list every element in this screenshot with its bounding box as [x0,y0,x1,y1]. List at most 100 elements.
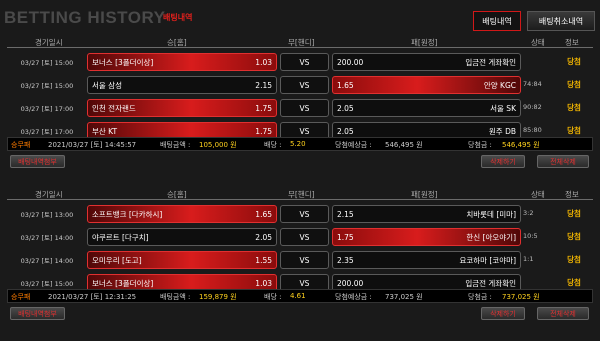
win-label: 당첨금 : [468,141,492,149]
away-pick[interactable]: 1.65 안양 KGC [332,76,521,94]
expected-label: 당첨예상금 : [335,293,372,301]
attach-history-button[interactable]: 배팅내역첨부 [10,155,65,168]
away-odds: 200.00 [337,278,364,288]
page-logo: BETTING HISTORY [4,8,166,27]
expected-amount: 546,495 원 [385,141,423,149]
delete-button[interactable]: 삭제하기 [481,307,525,320]
slip-datetime: 2021/03/27 [토] 14:45:57 [48,141,137,149]
away-odds: 200.00 [337,57,364,67]
draw-pick[interactable]: VS [280,99,329,117]
away-odds: 2.05 [337,103,354,113]
home-team: 야쿠르트 [다구치] [92,232,149,242]
away-pick[interactable]: 1.75 한신 [아오야기] [332,228,521,246]
home-odds: 1.03 [255,278,272,288]
draw-pick[interactable]: VS [280,251,329,269]
match-score: 10:5 [523,232,538,240]
away-pick[interactable]: 2.15 치바롯데 [미마] [332,205,521,223]
match-score: 85:80 [523,126,542,134]
home-odds: 1.55 [255,255,272,265]
odds-label: 배당 : [264,293,282,301]
slip-type: 승무패 [11,141,31,149]
home-pick[interactable]: 오미우리 [도고] 1.55 [87,251,277,269]
total-odds: 4.61 [290,292,306,300]
bet-row: 03/27 [토] 15:00 서울 삼성 2.15 VS 1.65 안양 KG… [7,74,593,96]
home-pick[interactable]: 서울 삼성 2.15 [87,76,277,94]
delete-button[interactable]: 삭제하기 [481,155,525,168]
home-pick[interactable]: 야쿠르트 [다구치] 2.05 [87,228,277,246]
bet-amount: 105,000 원 [199,141,237,149]
home-team: 인천 전자랜드 [92,103,136,113]
away-pick[interactable]: 200.00 입금전 게좌확인 [332,53,521,71]
match-score: 74:84 [523,80,542,88]
tab-cancel-history[interactable]: 배팅취소내역 [527,11,595,31]
match-score: 90:82 [523,103,542,111]
result-badge: 당첨 [567,126,581,135]
slip-summary: 승무패 2021/03/27 [토] 12:31:25 배팅금액 : 159,8… [7,289,593,303]
bet-slip: 경기일시 승[홈] 무[핸디] 패[원정] 상태 정보 03/27 [토] 13… [7,185,593,335]
home-team: 보너스 [3폴더이상] [92,278,154,288]
expected-amount: 737,025 원 [385,293,423,301]
away-odds: 2.15 [337,209,354,219]
away-pick[interactable]: 2.35 요코하마 [코야마] [332,251,521,269]
away-team: 치바롯데 [미마] [466,209,516,219]
away-odds: 2.05 [337,126,354,136]
home-team: 부산 KT [92,126,118,136]
match-date: 03/27 [토] 14:00 [20,234,74,242]
bet-row: 03/27 [토] 14:00 오미우리 [도고] 1.55 VS 2.35 요… [7,249,593,271]
result-badge: 당첨 [567,57,581,66]
draw-pick[interactable]: VS [280,205,329,223]
home-team: 서울 삼성 [92,80,122,90]
away-team: 안양 KGC [483,80,516,90]
draw-pick[interactable]: VS [280,76,329,94]
home-team: 오미우리 [도고] [92,255,142,265]
draw-pick[interactable]: VS [280,53,329,71]
home-odds: 2.15 [255,80,272,90]
bet-row: 03/27 [토] 15:00 보너스 [3폴더이상] 1.03 VS 200.… [7,51,593,73]
bet-slip: 경기일시 승[홈] 무[핸디] 패[원정] 상태 정보 03/27 [토] 15… [7,33,593,183]
match-score: 3:2 [523,209,534,217]
tab-betting-history[interactable]: 배팅내역 [473,11,521,31]
result-badge: 당첨 [567,255,581,264]
match-date: 03/27 [토] 13:00 [20,211,74,219]
home-pick[interactable]: 인천 전자랜드 1.75 [87,99,277,117]
result-badge: 당첨 [567,232,581,241]
match-date: 03/27 [토] 17:00 [20,105,74,113]
bet-row: 03/27 [토] 17:00 인천 전자랜드 1.75 VS 2.05 서울 … [7,97,593,119]
away-pick[interactable]: 2.05 서울 SK [332,99,521,117]
result-badge: 당첨 [567,103,581,112]
bet-row: 03/27 [토] 13:00 소프트뱅크 [다카하시] 1.65 VS 2.1… [7,203,593,225]
draw-pick[interactable]: VS [280,228,329,246]
bet-amount-label: 배팅금액 : [160,293,191,301]
home-pick[interactable]: 소프트뱅크 [다카하시] 1.65 [87,205,277,223]
delete-all-button[interactable]: 전체삭제 [537,155,589,168]
attach-history-button[interactable]: 배팅내역첨부 [10,307,65,320]
home-pick[interactable]: 보너스 [3폴더이상] 1.03 [87,53,277,71]
home-odds: 1.75 [255,103,272,113]
home-odds: 1.65 [255,209,272,219]
win-amount: 546,495 원 [502,141,540,149]
slip-datetime: 2021/03/27 [토] 12:31:25 [48,293,137,301]
home-odds: 1.75 [255,126,272,136]
bet-row: 03/27 [토] 14:00 야쿠르트 [다구치] 2.05 VS 1.75 … [7,226,593,248]
away-odds: 1.65 [337,80,354,90]
away-team: 서울 SK [490,103,516,113]
page-header: BETTING HISTORY 배팅내역 배팅내역 배팅취소내역 [0,0,600,34]
match-date: 03/27 [토] 15:00 [20,59,74,67]
away-odds: 1.75 [337,232,354,242]
home-team: 소프트뱅크 [다카하시] [92,209,163,219]
win-amount: 737,025 원 [502,293,540,301]
delete-all-button[interactable]: 전체삭제 [537,307,589,320]
home-odds: 1.03 [255,57,272,67]
result-badge: 당첨 [567,80,581,89]
win-label: 당첨금 : [468,293,492,301]
match-date: 03/27 [토] 15:00 [20,280,74,288]
slip-type: 승무패 [11,293,31,301]
expected-label: 당첨예상금 : [335,141,372,149]
away-team: 입금전 게좌확인 [465,278,516,288]
divider [7,47,593,48]
match-date: 03/27 [토] 14:00 [20,257,74,265]
away-team: 요코하마 [코야마] [459,255,516,265]
result-badge: 당첨 [567,209,581,218]
slip-summary: 승무패 2021/03/27 [토] 14:45:57 배팅금액 : 105,0… [7,137,593,151]
bet-amount-label: 배팅금액 : [160,141,191,149]
